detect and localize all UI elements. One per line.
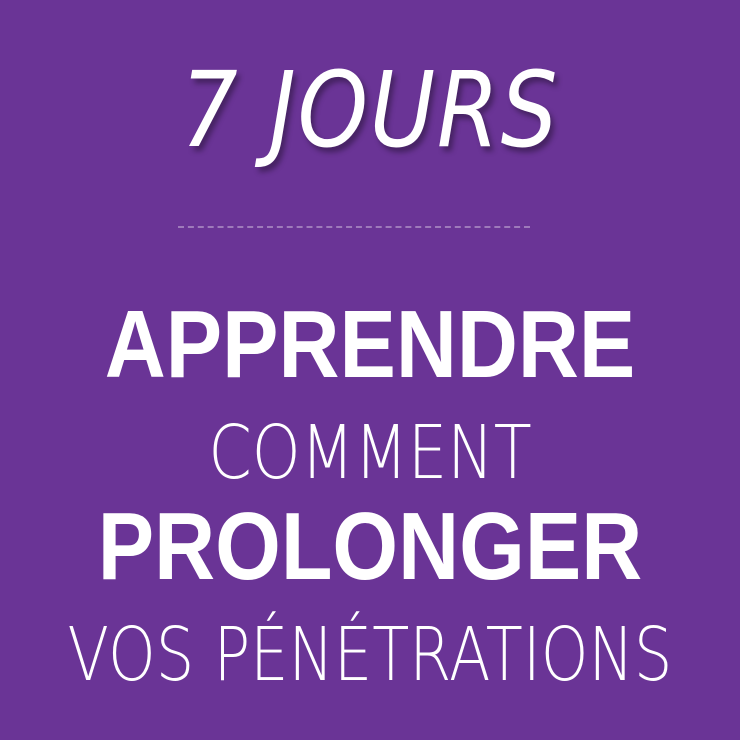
line-prolonger: PROLONGER (97, 493, 643, 600)
line-comment: COMMENT (208, 410, 532, 496)
promo-card: 7 JOURS APPRENDRE COMMENT PROLONGER VOS … (0, 0, 740, 740)
line-vos-penetrations: VOS PÉNÉTRATIONS (67, 612, 673, 698)
headline-days: 7 JOURS (180, 49, 560, 171)
dashed-divider (178, 226, 530, 228)
line-apprendre: APPRENDRE (104, 291, 636, 398)
